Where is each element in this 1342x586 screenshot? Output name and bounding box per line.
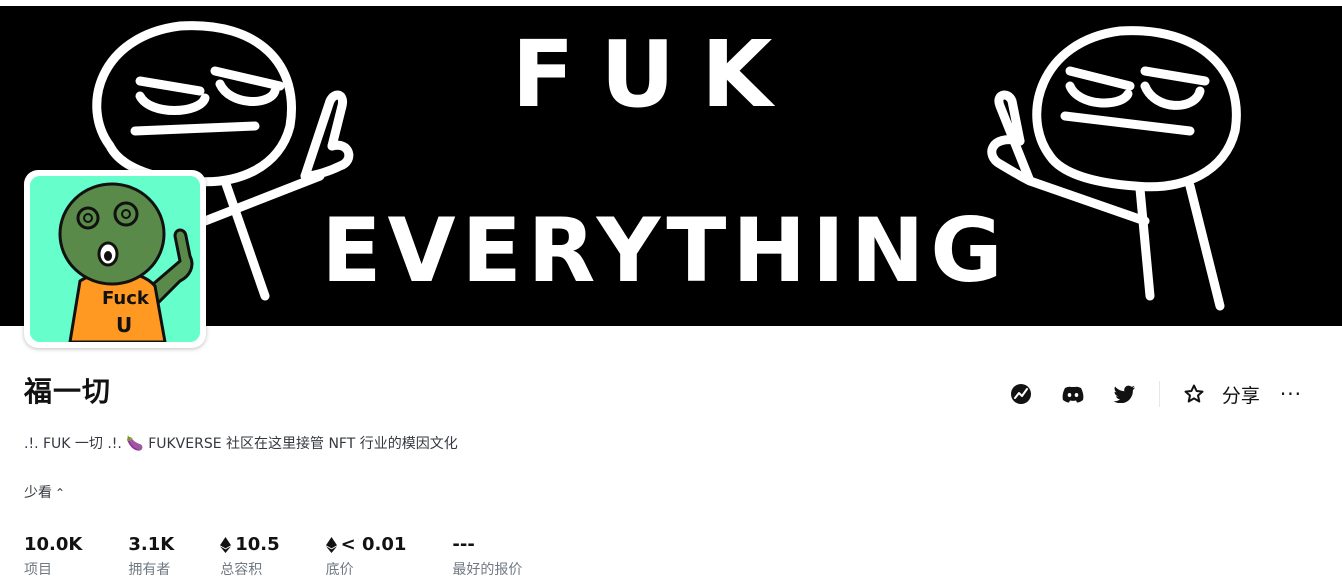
collection-title: 福一切 xyxy=(24,375,112,408)
collection-actions: 分享 ··· xyxy=(995,374,1302,414)
avatar-shirt-text-1: Fuck xyxy=(102,288,150,309)
chevron-up-icon: ⌃ xyxy=(55,486,66,500)
see-less-label: 少看 xyxy=(24,485,52,501)
stat-owners: 3.1K 拥有者 xyxy=(128,534,174,579)
eth-icon xyxy=(325,536,337,553)
stat-value: 10.0K xyxy=(24,534,83,555)
stat-value: 10.5 xyxy=(235,534,280,555)
collection-avatar: Fuck U xyxy=(24,170,206,348)
actions-divider xyxy=(1158,381,1160,407)
stat-label: 项目 xyxy=(24,562,52,578)
chart-icon[interactable] xyxy=(995,376,1047,412)
banner-line-2: EVERYTHING xyxy=(321,199,1008,302)
discord-icon[interactable] xyxy=(1047,376,1099,412)
stat-volume: 10.5 总容积 xyxy=(220,534,280,579)
stat-items: 10.0K 项目 xyxy=(24,534,82,579)
share-button[interactable]: 分享 xyxy=(1222,381,1260,408)
star-icon[interactable] xyxy=(1168,376,1220,412)
eth-icon xyxy=(220,536,232,553)
stat-label: 底价 xyxy=(325,562,354,578)
stat-best-offer: --- 最好的报价 xyxy=(452,534,522,579)
stat-label: 总容积 xyxy=(220,562,263,578)
stat-label: 最好的报价 xyxy=(452,562,523,578)
more-options-button[interactable]: ··· xyxy=(1280,382,1302,406)
stat-label: 拥有者 xyxy=(128,562,171,578)
avatar-shirt-text-2: U xyxy=(116,313,132,337)
stat-value: --- xyxy=(452,534,475,555)
stat-floor-price: < 0.01 底价 xyxy=(325,534,407,579)
twitter-icon[interactable] xyxy=(1099,376,1151,412)
see-less-toggle[interactable]: 少看 ⌃ xyxy=(24,482,65,502)
stat-value: < 0.01 xyxy=(340,534,407,555)
avatar-image: Fuck U xyxy=(30,176,200,342)
stat-value: 3.1K xyxy=(128,534,175,555)
banner-line-1: FUK xyxy=(512,21,799,128)
collection-description: .!. FUK 一切 .!. 🍆 FUKVERSE 社区在这里接管 NFT 行业… xyxy=(24,436,458,452)
collection-stats: 10.0K 项目 3.1K 拥有者 10.5 总容积 < 0.01 底价 ---… xyxy=(24,534,568,579)
